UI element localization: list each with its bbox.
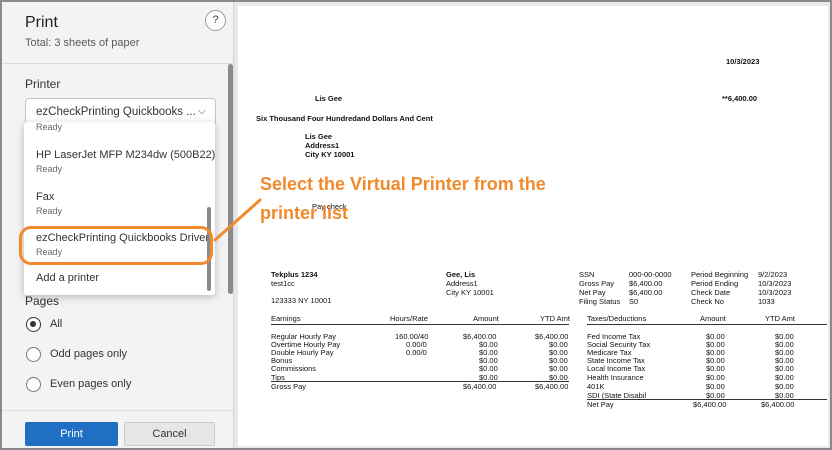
info-value: S0 <box>629 297 639 306</box>
tax-header: Taxes/Deductions <box>587 314 647 323</box>
pages-option-label: Odd pages only <box>50 348 128 360</box>
tax-header: Amount <box>700 314 726 323</box>
info-value: 000-00-0000 <box>629 270 672 279</box>
earnings-cell: $0.00 <box>479 364 498 373</box>
tax-cell: $0.00 <box>775 373 794 382</box>
printer-option-hp[interactable]: HP LaserJet MFP M234dw (500B22) Ready <box>24 149 215 174</box>
chevron-down-icon: ⌵ <box>197 105 206 117</box>
printer-label: Printer <box>25 77 61 91</box>
company-line: test1cc <box>271 279 295 288</box>
check-amount-words: Six Thousand Four Hundredand Dollars And… <box>256 114 433 123</box>
earnings-cell: Gross Pay <box>271 382 307 391</box>
header-divider <box>2 63 233 64</box>
printer-status: Ready <box>36 122 63 132</box>
tax-cell: Net Pay <box>587 400 614 409</box>
period-label: Check No <box>691 297 724 306</box>
employee-name: Gee, Lis <box>446 270 476 279</box>
earnings-header: Hours/Rate <box>390 314 428 323</box>
period-value: 10/3/2023 <box>758 279 792 288</box>
tax-cell: $6,400.00 <box>761 400 795 409</box>
sheet-count: Total: 3 sheets of paper <box>25 37 140 49</box>
info-label: Net Pay <box>579 288 606 297</box>
printer-status: Ready <box>36 164 63 174</box>
panel-scrollbar[interactable] <box>228 64 233 294</box>
annotation-arrow-icon <box>213 198 262 242</box>
action-bar: Print Cancel <box>2 410 233 448</box>
info-label: Gross Pay <box>579 279 615 288</box>
add-printer-option[interactable]: Add a printer <box>24 272 215 284</box>
earnings-cell: $6,400.00 <box>535 382 569 391</box>
tax-cell: Health Insurance <box>587 373 644 382</box>
tax-cell: $0.00 <box>706 382 725 391</box>
period-label: Period Beginning <box>691 270 749 279</box>
earnings-cell: $6,400.00 <box>463 382 497 391</box>
earnings-header: Earnings <box>271 314 301 323</box>
earnings-cell: 0.00/0 <box>406 348 427 357</box>
add-printer-label: Add a printer <box>36 272 99 284</box>
period-value: 1033 <box>758 297 775 306</box>
period-label: Period Ending <box>691 279 739 288</box>
tax-cell: $0.00 <box>706 373 725 382</box>
cancel-button[interactable]: Cancel <box>124 422 215 446</box>
tax-cell: 401K <box>587 382 605 391</box>
period-value: 9/2/2023 <box>758 270 788 279</box>
annotation-callout: Select the Virtual Printer from the prin… <box>260 170 620 228</box>
print-button[interactable]: Print <box>25 422 118 446</box>
printer-option[interactable]: Ready <box>24 122 215 132</box>
help-icon[interactable]: ? <box>205 10 226 31</box>
earnings-header: Amount <box>473 314 499 323</box>
period-label: Check Date <box>691 288 731 297</box>
employee-line: City KY 10001 <box>446 288 494 297</box>
printer-status: Ready <box>36 206 63 216</box>
tax-cell: $0.00 <box>775 382 794 391</box>
check-address-line: Lis Gee <box>305 132 333 141</box>
company-name: Tekplus 1234 <box>271 270 318 279</box>
radio-selected-icon[interactable] <box>26 317 41 332</box>
tax-cell: $0.00 <box>706 364 725 373</box>
earnings-cell: Commissions <box>271 364 317 373</box>
printer-dropdown-list: Ready HP LaserJet MFP M234dw (500B22) Re… <box>24 122 215 295</box>
tax-cell: $0.00 <box>775 364 794 373</box>
check-address-line: Address1 <box>305 141 340 150</box>
check-payee: Lis Gee <box>315 94 343 103</box>
check-address-line: City KY 10001 <box>305 150 355 159</box>
company-line: 123333 NY 10001 <box>271 296 332 305</box>
check-amount: **6,400.00 <box>722 94 758 103</box>
employee-line: Address1 <box>446 279 478 288</box>
tax-cell: $6,400.00 <box>693 400 727 409</box>
period-value: 10/3/2023 <box>758 288 792 297</box>
radio-icon[interactable] <box>26 347 41 362</box>
pages-option-label: Even pages only <box>50 378 132 390</box>
info-label: Filing Status <box>579 297 621 306</box>
info-label: SSN <box>579 270 595 279</box>
earnings-total-rule <box>271 381 569 382</box>
pages-option-label: All <box>50 318 63 330</box>
tax-cell: Local Income Tax <box>587 364 646 373</box>
radio-icon[interactable] <box>26 377 41 392</box>
pages-label: Pages <box>25 294 60 308</box>
earnings-header-rule <box>271 324 569 325</box>
tax-header: YTD Amt <box>765 314 796 323</box>
info-value: $6,400.00 <box>629 288 663 297</box>
highlight-ring <box>19 226 213 265</box>
printer-name: Fax <box>36 191 55 203</box>
printer-name: HP LaserJet MFP M234dw (500B22) <box>36 149 215 161</box>
earnings-header: YTD Amt <box>540 314 571 323</box>
check-date: 10/3/2023 <box>726 57 760 66</box>
printer-option-fax[interactable]: Fax Ready <box>24 191 215 216</box>
tax-header-rule <box>587 324 827 325</box>
dialog-title: Print <box>25 14 58 31</box>
printer-selected-value: ezCheckPrinting Quickbooks ... <box>36 106 196 118</box>
earnings-cell: $0.00 <box>549 364 568 373</box>
annotation-line: printer list <box>260 203 349 223</box>
annotation-line: Select the Virtual Printer from the <box>260 174 546 194</box>
info-value: $6,400.00 <box>629 279 663 288</box>
